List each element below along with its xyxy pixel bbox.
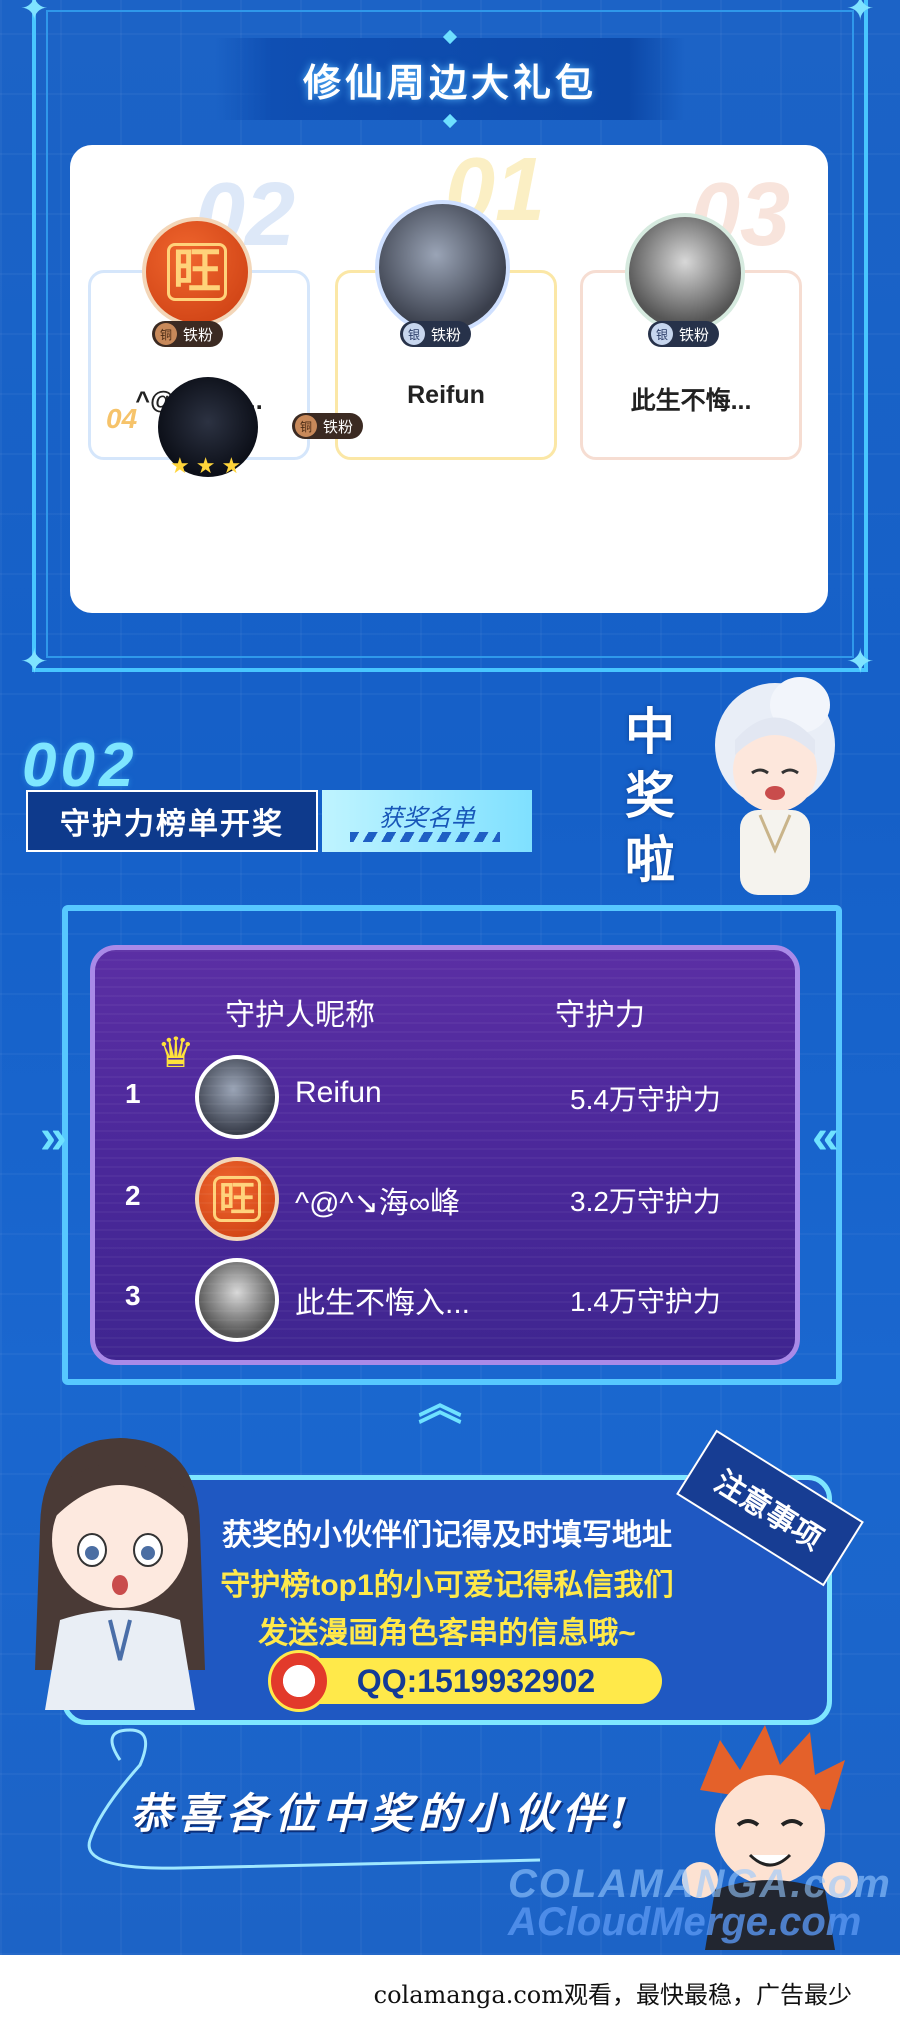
footer-bar: colamanga.com观看，最快最稳，广告最少 <box>0 1955 900 2030</box>
row-name-1: Reifun <box>295 1076 382 1109</box>
stripe-decoration <box>350 832 500 842</box>
poster: ✦ ✦ ✦ ✦ 修仙周边大礼包 02 01 03 ^@^↘海 ... 旺 铜 铁… <box>0 0 900 1955</box>
winners-tab: 获奖名单 <box>322 790 532 852</box>
row-value-3: 1.4万守护力 <box>570 1286 721 1317</box>
coin-icon: 银 <box>651 323 673 345</box>
winner-side-text: 中 奖 啦 <box>620 700 680 892</box>
podium-panel: 02 01 03 ^@^↘海 ... 旺 铜 铁粉 Reifun 银 铁粉 此生… <box>70 145 828 613</box>
row-name-3: 此生不悔入... <box>295 1287 471 1320</box>
row-avatar <box>195 1055 279 1139</box>
podium-name-1: Reifun <box>407 381 485 409</box>
row-value-2: 3.2万守护力 <box>570 1186 721 1217</box>
chibi-character-long-hair <box>35 1438 205 1710</box>
chevron-up-icon: ︽ <box>418 1380 462 1429</box>
congrats-text: 恭喜各位中奖的小伙伴! <box>130 1789 635 1838</box>
fan-badge: 银 铁粉 <box>648 321 720 347</box>
gift-title: 修仙周边大礼包 <box>302 62 597 105</box>
badge-label: 铁粉 <box>323 418 354 436</box>
row-rank-3: 3 <box>125 1280 141 1311</box>
row-value-1: 5.4万守护力 <box>570 1084 721 1115</box>
leaderboard: 守护人昵称 守护力 1 ♛ Reifun 5.4万守护力 2 旺 ^@^↘海∞峰… <box>90 945 800 1365</box>
qq-number: QQ:1519932902 <box>356 1662 596 1699</box>
gift-title-banner: 修仙周边大礼包 <box>215 29 685 129</box>
col-header-name: 守护人昵称 <box>225 999 375 1032</box>
row-rank-2: 2 <box>125 1180 141 1211</box>
row-rank-1: 1 <box>125 1078 141 1109</box>
badge-label: 铁粉 <box>183 326 214 344</box>
avatar-wang: 旺 <box>142 217 252 327</box>
qq-avatar-icon <box>268 1650 330 1712</box>
row-avatar: 旺 <box>195 1157 279 1241</box>
footer-text: colamanga.com观看，最快最稳，广告最少 <box>373 1981 852 2009</box>
rank-label-4: 04 <box>106 403 138 434</box>
col-header-value: 守护力 <box>555 999 645 1032</box>
sparkle-icon: ✦ <box>20 643 49 681</box>
chevron-right-icon: » <box>40 1111 67 1164</box>
qq-contact[interactable]: QQ:1519932902 <box>290 1658 662 1704</box>
row-avatar <box>195 1258 279 1342</box>
coin-icon: 银 <box>403 323 425 345</box>
side-char: 中 <box>625 704 675 760</box>
chevron-left-icon: « <box>812 1111 839 1164</box>
avatar-cishengbuhui <box>625 213 745 333</box>
side-char: 啦 <box>625 832 675 888</box>
sparkle-icon: ✦ <box>846 643 875 681</box>
fan-badge: 铜 铁粉 <box>152 321 224 347</box>
row-name-2: ^@^↘海∞峰 <box>295 1187 461 1220</box>
badge-label: 铁粉 <box>679 326 710 344</box>
side-char: 奖 <box>625 768 675 824</box>
watermark-2: ACloudMerge.com <box>508 1900 862 1944</box>
podium-name-3: 此生不悔... <box>630 387 752 415</box>
avatar-reifun <box>375 200 510 335</box>
guardian-tab-label: 守护力榜单开奖 <box>60 808 284 841</box>
fan-badge: 银 铁粉 <box>400 321 472 347</box>
chibi-character-white-hair <box>715 677 835 895</box>
sparkle-icon: ✦ <box>20 0 49 28</box>
winners-tab-label: 获奖名单 <box>379 805 475 832</box>
fan-badge: 铜 铁粉 <box>292 413 364 439</box>
sparkle-icon: ✦ <box>846 0 875 28</box>
coin-icon: 铜 <box>295 415 317 437</box>
star-icons: ★★★ <box>170 453 248 478</box>
crown-icon: ♛ <box>157 1029 195 1076</box>
badge-label: 铁粉 <box>431 326 462 344</box>
guardian-tab: 守护力榜单开奖 <box>26 790 318 852</box>
coin-icon: 铜 <box>155 323 177 345</box>
